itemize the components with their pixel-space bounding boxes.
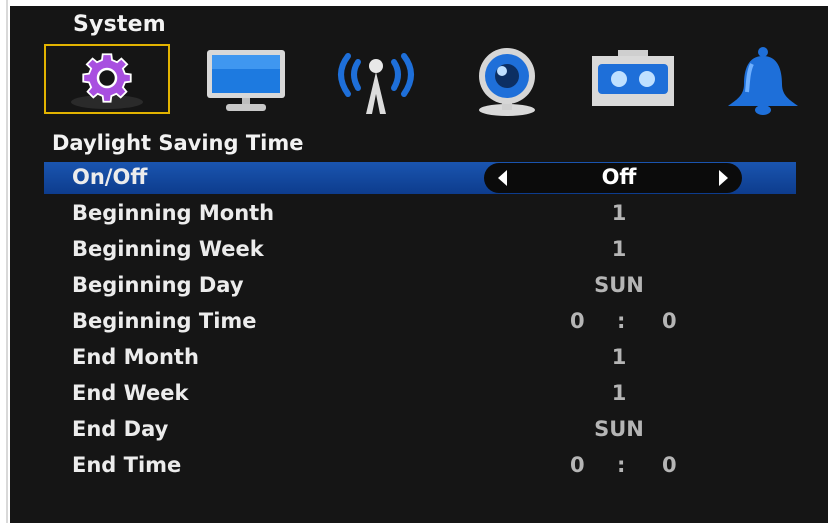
tab-alarm[interactable] — [718, 44, 828, 118]
row-beginning-week[interactable]: Beginning Week 1 — [44, 234, 796, 266]
row-label: End Month — [72, 345, 199, 369]
row-label: Beginning Week — [72, 237, 264, 261]
time-separator: : — [617, 453, 626, 477]
tab-system-settings[interactable] — [44, 44, 174, 118]
time-minute[interactable]: 0 — [662, 309, 677, 333]
row-label: On/Off — [72, 165, 148, 189]
row-value: 1 — [611, 237, 627, 261]
row-value: 1 — [611, 201, 627, 225]
row-label: Beginning Time — [72, 309, 257, 333]
screen-border — [0, 0, 10, 523]
time-hour[interactable]: 0 — [570, 453, 585, 477]
menu-title: System — [73, 12, 166, 37]
webcam-icon — [479, 48, 535, 116]
row-beginning-month[interactable]: Beginning Month 1 — [44, 198, 796, 230]
tab-display[interactable] — [192, 44, 322, 118]
tab-storage[interactable] — [584, 44, 714, 118]
border-line — [6, 0, 8, 523]
row-label: Beginning Month — [72, 201, 275, 225]
alarm-bell-icon — [728, 47, 798, 115]
row-label: Beginning Day — [72, 273, 244, 297]
row-beginning-day[interactable]: Beginning Day SUN — [44, 270, 796, 302]
row-value: Off — [601, 165, 637, 189]
row-on-off[interactable]: On/Off Off — [44, 162, 796, 194]
tab-network[interactable] — [326, 44, 456, 118]
row-label: End Day — [72, 417, 169, 441]
row-label: End Time — [72, 453, 182, 477]
time-minute[interactable]: 0 — [662, 453, 677, 477]
category-icon-bar — [44, 44, 824, 118]
monitor-icon — [207, 50, 285, 111]
row-value: SUN — [594, 417, 644, 441]
settings-gear-icon — [71, 53, 143, 109]
tab-camera[interactable] — [456, 44, 586, 118]
row-label: End Week — [72, 381, 189, 405]
row-value: SUN — [594, 273, 644, 297]
row-end-day[interactable]: End Day SUN — [44, 414, 796, 446]
row-value: 1 — [611, 381, 627, 405]
row-end-time[interactable]: End Time 0 : 0 — [44, 450, 796, 482]
dvr-menu-screen: System Daylight Saving Time On/Off Off B… — [10, 6, 828, 523]
time-separator: : — [617, 309, 626, 333]
storage-device-icon — [592, 50, 674, 106]
network-antenna-icon — [338, 53, 414, 114]
row-value: 1 — [611, 345, 627, 369]
row-end-week[interactable]: End Week 1 — [44, 378, 796, 410]
row-beginning-time[interactable]: Beginning Time 0 : 0 — [44, 306, 796, 338]
section-title: Daylight Saving Time — [52, 131, 304, 155]
row-end-month[interactable]: End Month 1 — [44, 342, 796, 374]
time-hour[interactable]: 0 — [570, 309, 585, 333]
